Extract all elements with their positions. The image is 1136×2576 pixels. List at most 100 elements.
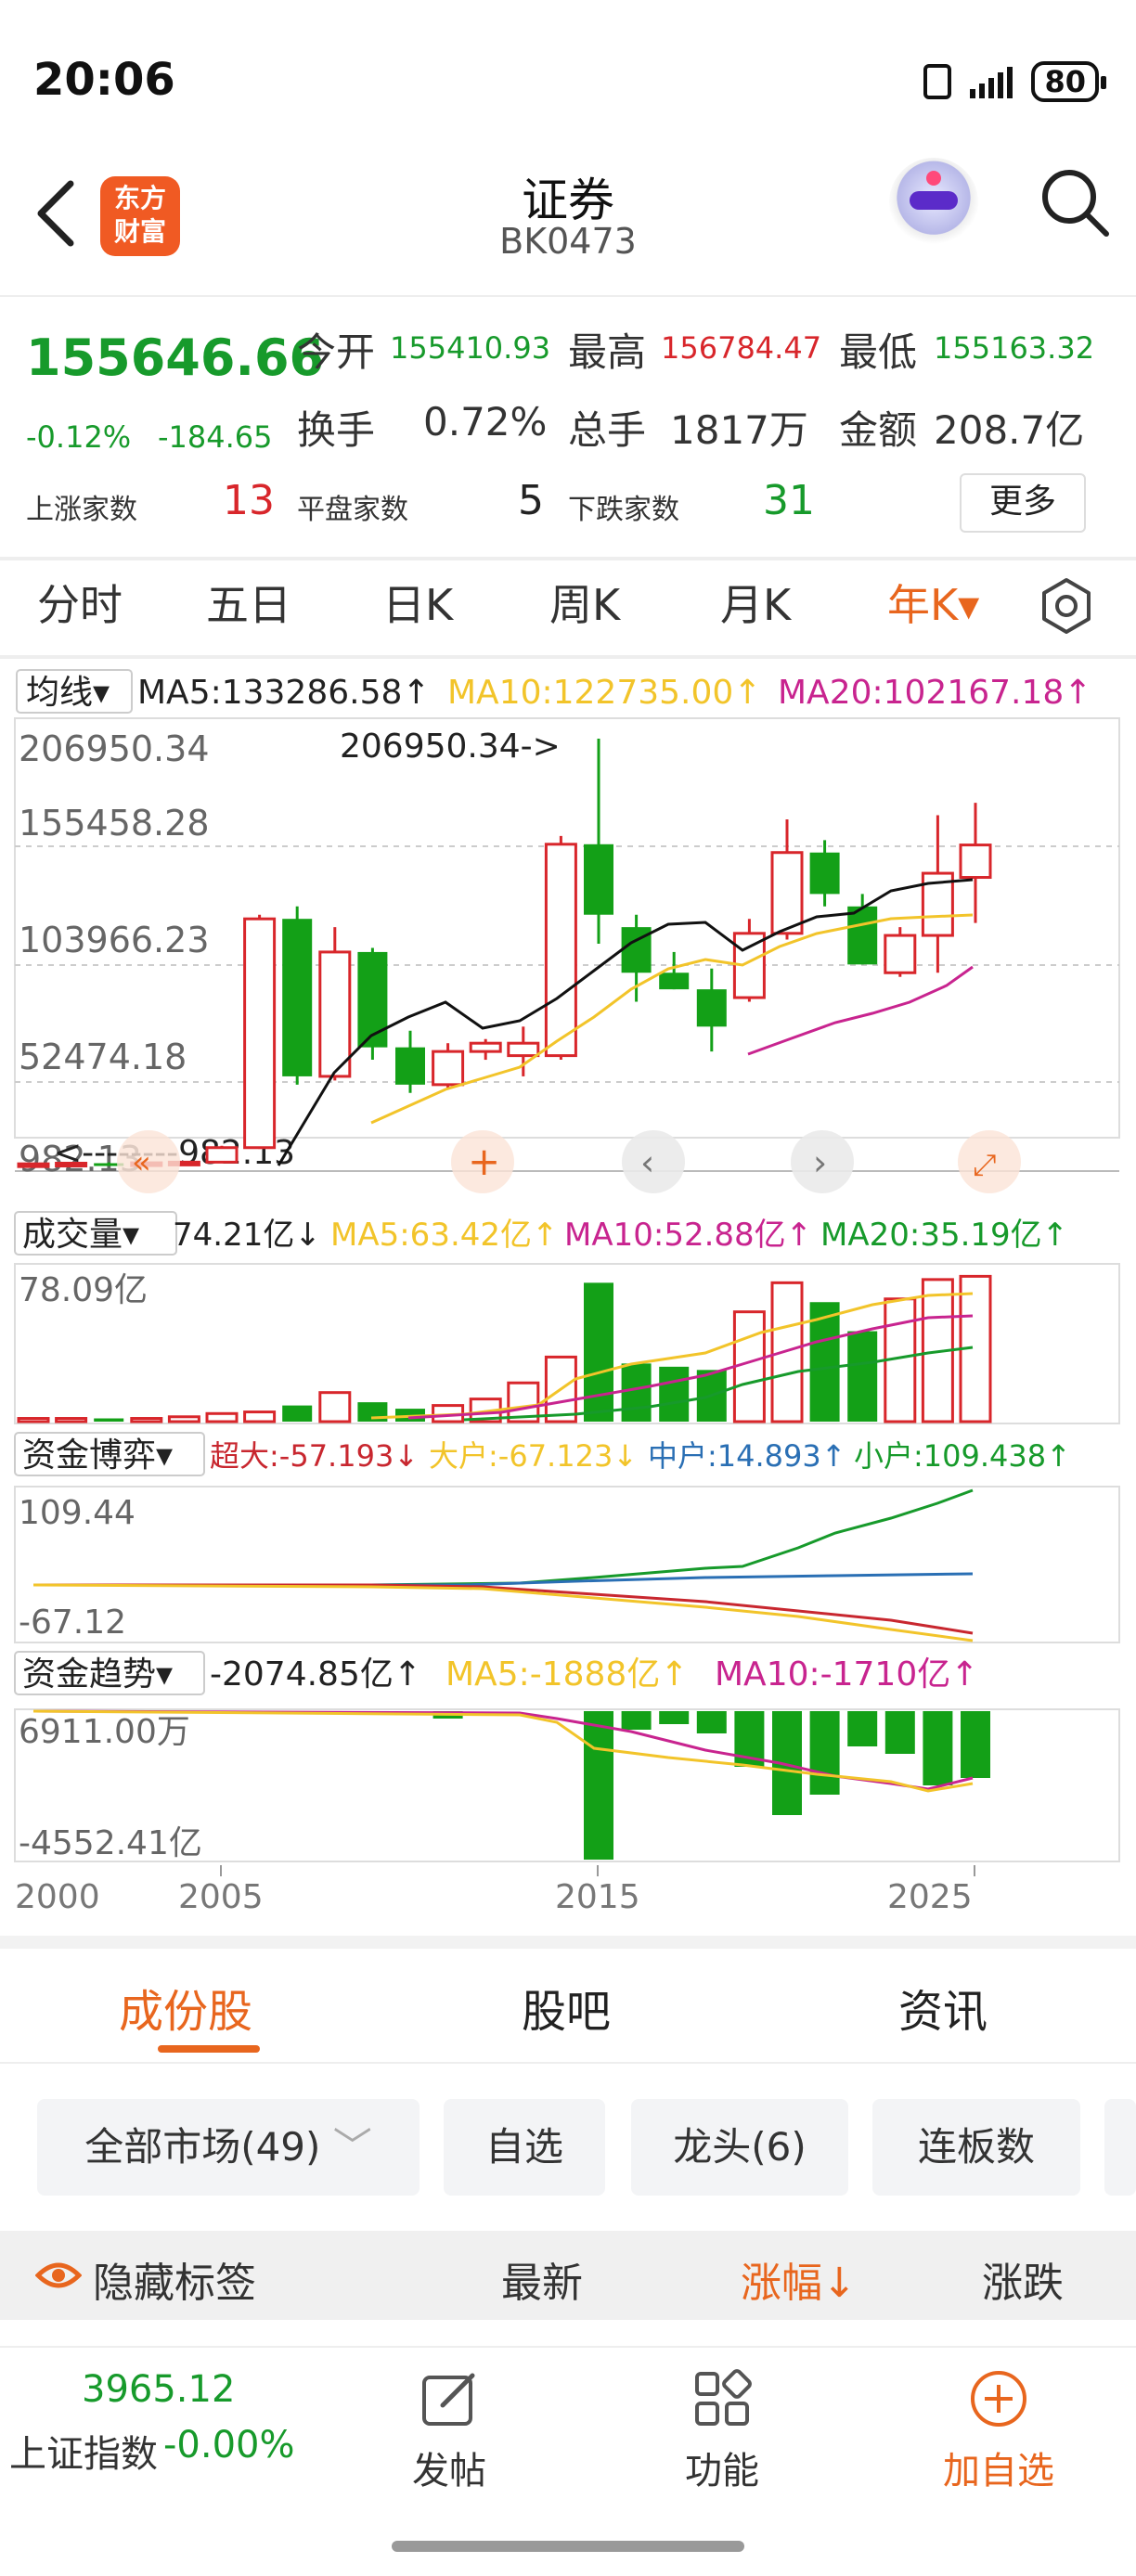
filter-all-markets[interactable]: 全部市场(49) ﹀ xyxy=(37,2099,420,2196)
volume-ymax: 78.09亿 xyxy=(19,1271,148,1309)
volume-bar xyxy=(847,1331,878,1422)
functions-button[interactable]: 功能 xyxy=(657,2366,787,2494)
candle-body xyxy=(243,917,277,1150)
capital-trend-bar xyxy=(809,1711,840,1795)
up-count-label: 上涨家数 xyxy=(26,494,137,526)
assistant-avatar[interactable] xyxy=(889,158,978,247)
capital-trend-bar xyxy=(696,1711,727,1733)
post-button[interactable]: 发帖 xyxy=(384,2366,514,2494)
filter-more-partial[interactable] xyxy=(1104,2099,1136,2196)
index-name[interactable]: 上证指数 xyxy=(9,2424,158,2478)
candle-body xyxy=(696,989,727,1027)
capital-game-ymin: -67.12 xyxy=(19,1604,126,1642)
flat-count-value: 5 xyxy=(518,477,544,524)
capital-trend-bar xyxy=(961,1711,990,1778)
candle-body xyxy=(55,1162,88,1168)
capital-trend-bar xyxy=(923,1711,953,1785)
index-change-pct[interactable]: -0.00% xyxy=(163,2424,295,2467)
capital-trend-bar xyxy=(584,1711,613,1860)
volume-ma10: MA10:52.88亿↑ xyxy=(564,1217,812,1254)
super-large-line xyxy=(33,1583,974,1635)
grid-icon xyxy=(695,2369,752,2426)
candle-body xyxy=(884,934,917,974)
more-button[interactable]: 更多 xyxy=(960,473,1086,533)
tab-weekly-k[interactable]: 周K xyxy=(549,572,620,633)
sort-change-pct[interactable]: 涨幅↓ xyxy=(741,2249,857,2309)
flat-count-label: 平盘家数 xyxy=(297,494,408,526)
hide-tags-toggle[interactable]: 隐藏标签 xyxy=(93,2249,256,2309)
y-label-2: 155458.28 xyxy=(19,803,210,844)
volume-selector-label: 成交量▾ xyxy=(22,1216,139,1254)
settings-gear-icon[interactable] xyxy=(1038,577,1095,635)
candle-body xyxy=(318,950,352,1078)
capital-trend-bar xyxy=(659,1711,690,1724)
small-line xyxy=(33,1488,974,1587)
x-label-2015: 2015 xyxy=(555,1878,640,1916)
super-large-legend: 超大:-57.193↓ xyxy=(210,1438,419,1474)
amount-value: 208.7亿 xyxy=(934,407,1085,453)
expand-icon: ⤢ xyxy=(973,1147,997,1182)
capital-trend-selector-label: 资金趋势▾ xyxy=(22,1655,173,1694)
mid-line xyxy=(33,1572,974,1587)
index-value[interactable]: 3965.12 xyxy=(82,2368,235,2411)
capital-trend-bar xyxy=(884,1711,915,1754)
chevron-left-icon: ‹ xyxy=(640,1142,654,1183)
search-icon[interactable] xyxy=(1038,165,1112,239)
ma-legend: 均线▾ MA5:133286.58↑ MA10:122735.00↑ MA20:… xyxy=(16,669,1091,714)
candle-body xyxy=(205,1146,239,1164)
tab-forum[interactable]: 股吧 xyxy=(522,1975,611,2040)
candle-body xyxy=(357,951,388,1048)
up-count-value: 13 xyxy=(223,477,275,524)
sort-change[interactable]: 涨跌 xyxy=(982,2249,1064,2309)
large-legend: 大户:-67.123↓ xyxy=(429,1438,638,1474)
tab-yearly-k[interactable]: 年K▾ xyxy=(887,572,979,633)
volume-bar xyxy=(17,1417,50,1423)
double-chevron-left-icon: « xyxy=(132,1144,151,1181)
volume-bar xyxy=(732,1310,766,1423)
tab-intraday[interactable]: 分时 xyxy=(37,572,123,633)
candle-body xyxy=(847,906,878,965)
turnover-value: 0.72% xyxy=(423,399,548,444)
filter-limit-up-streak[interactable]: 连板数 xyxy=(872,2099,1080,2196)
candle-body xyxy=(544,843,577,1058)
sort-latest[interactable]: 最新 xyxy=(501,2249,583,2309)
tab-monthly-k[interactable]: 月K xyxy=(720,572,791,633)
filter-watchlist[interactable]: 自选 xyxy=(444,2099,605,2196)
x-label-2000: 2000 xyxy=(15,1878,100,1916)
down-count-value: 31 xyxy=(763,477,815,524)
open-label: 今开 xyxy=(297,329,376,375)
filter-leaders[interactable]: 龙头(6) xyxy=(631,2099,848,2196)
tab-news[interactable]: 资讯 xyxy=(898,1975,988,2040)
add-watchlist-button[interactable]: 加自选 xyxy=(934,2366,1064,2494)
ma-selector-label: 均线▾ xyxy=(26,674,110,712)
candle-body xyxy=(809,852,840,895)
capital-game-ymax: 109.44 xyxy=(19,1494,136,1532)
volume-label: 总手 xyxy=(568,407,647,453)
volume-ma20: MA20:35.19亿↑ xyxy=(820,1217,1068,1254)
candle-body xyxy=(659,972,690,990)
small-legend: 小户:109.438↑ xyxy=(854,1438,1071,1474)
tab-daily-k[interactable]: 日K xyxy=(382,572,453,633)
volume-bars-group xyxy=(17,1274,992,1423)
candle-body xyxy=(395,1047,425,1085)
capital-trend-ma5: MA5:-1888亿↑ xyxy=(445,1655,689,1694)
volume-bar xyxy=(55,1417,88,1423)
tab-constituents[interactable]: 成份股 xyxy=(119,1975,252,2040)
volume-bar xyxy=(205,1411,239,1423)
last-price: 155646.66 xyxy=(26,328,325,387)
capital-trend-bar xyxy=(847,1711,878,1746)
status-time: 20:06 xyxy=(33,54,175,106)
mid-legend: 中户:14.893↑ xyxy=(648,1438,846,1474)
signal-icon xyxy=(970,65,1013,98)
low-value: 155163.32 xyxy=(934,330,1095,366)
ma10-legend: MA10:122735.00↑ xyxy=(447,674,761,712)
capital-trend-bar xyxy=(621,1711,652,1730)
candle-body xyxy=(432,1050,465,1087)
volume-bar xyxy=(243,1410,277,1423)
ma20-legend: MA20:102167.18↑ xyxy=(778,674,1091,712)
tab-five-day[interactable]: 五日 xyxy=(206,572,291,633)
eye-icon[interactable] xyxy=(35,2255,82,2296)
capital-trend-ma10: MA10:-1710亿↑ xyxy=(715,1655,978,1694)
plus-icon: + xyxy=(468,1139,500,1184)
kline-chart-area[interactable]: 均线▾ MA5:133286.58↑ MA10:122735.00↑ MA20:… xyxy=(0,664,1136,1936)
